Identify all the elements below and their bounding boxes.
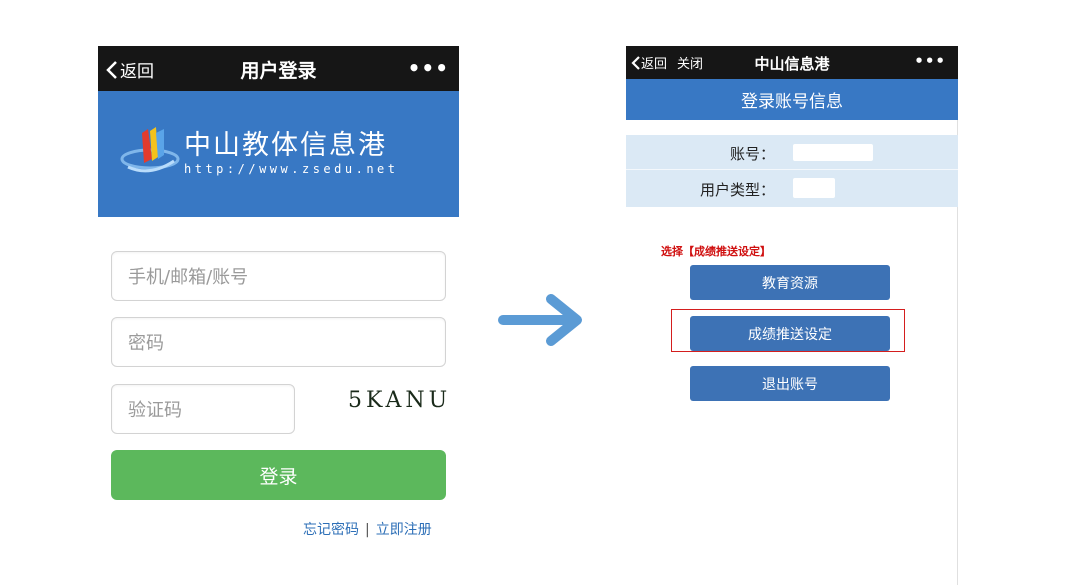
register-link[interactable]: 立即注册 (376, 522, 432, 538)
nav-bar: 返回 关闭 中山信息港 ••• (626, 46, 958, 79)
page-title: 登录账号信息 (741, 92, 843, 112)
highlight-box (671, 309, 905, 352)
user-type-label: 用户类型： (699, 181, 775, 199)
site-brand: 中山教体信息港 (184, 130, 387, 161)
edu-resources-button[interactable]: 教育资源 (690, 265, 890, 300)
nav-bar: 返回 用户登录 ••• (98, 46, 459, 91)
user-type-row: 用户类型： (626, 171, 958, 206)
link-separator: | (365, 522, 370, 538)
instruction-note: 选择【成绩推送设定】 (661, 245, 771, 258)
account-label: 账号： (729, 145, 775, 163)
login-label: 登录 (259, 465, 298, 488)
account-row: 账号： (626, 135, 958, 170)
account-info-panel: 账号： 用户类型： (626, 135, 958, 207)
more-icon[interactable]: ••• (408, 56, 449, 80)
account-info-screen: 返回 关闭 中山信息港 ••• 登录账号信息 账号： 用户类型： 选择【成绩推送… (626, 46, 958, 585)
account-input[interactable]: 手机/邮箱/账号 (111, 251, 446, 301)
login-screen: 返回 用户登录 ••• 中山教体信息港 http://www.zsedu.net… (98, 46, 459, 585)
nav-title: 中山信息港 (754, 55, 830, 73)
captcha-input[interactable]: 验证码 (111, 384, 295, 434)
logout-button[interactable]: 退出账号 (690, 366, 890, 401)
nav-title: 用户登录 (240, 60, 317, 82)
forgot-password-link[interactable]: 忘记密码 (303, 522, 359, 538)
login-button[interactable]: 登录 (111, 450, 446, 500)
account-value-redacted (793, 144, 873, 161)
more-icon[interactable]: ••• (914, 52, 946, 70)
password-placeholder: 密码 (128, 333, 164, 354)
arrow-right-icon (498, 294, 582, 346)
captcha-placeholder: 验证码 (128, 400, 182, 421)
auth-links: 忘记密码 | 立即注册 (303, 519, 432, 539)
password-input[interactable]: 密码 (111, 317, 446, 367)
edu-resources-label: 教育资源 (762, 275, 818, 292)
site-logo-icon (120, 127, 180, 173)
logout-label: 退出账号 (762, 376, 818, 393)
captcha-image[interactable]: 5KANU (348, 388, 451, 413)
page-header: 登录账号信息 (626, 79, 958, 120)
account-placeholder: 手机/邮箱/账号 (128, 267, 249, 288)
site-banner: 中山教体信息港 http://www.zsedu.net (98, 91, 459, 217)
user-type-value-redacted (793, 178, 835, 198)
site-url: http://www.zsedu.net (184, 162, 399, 176)
